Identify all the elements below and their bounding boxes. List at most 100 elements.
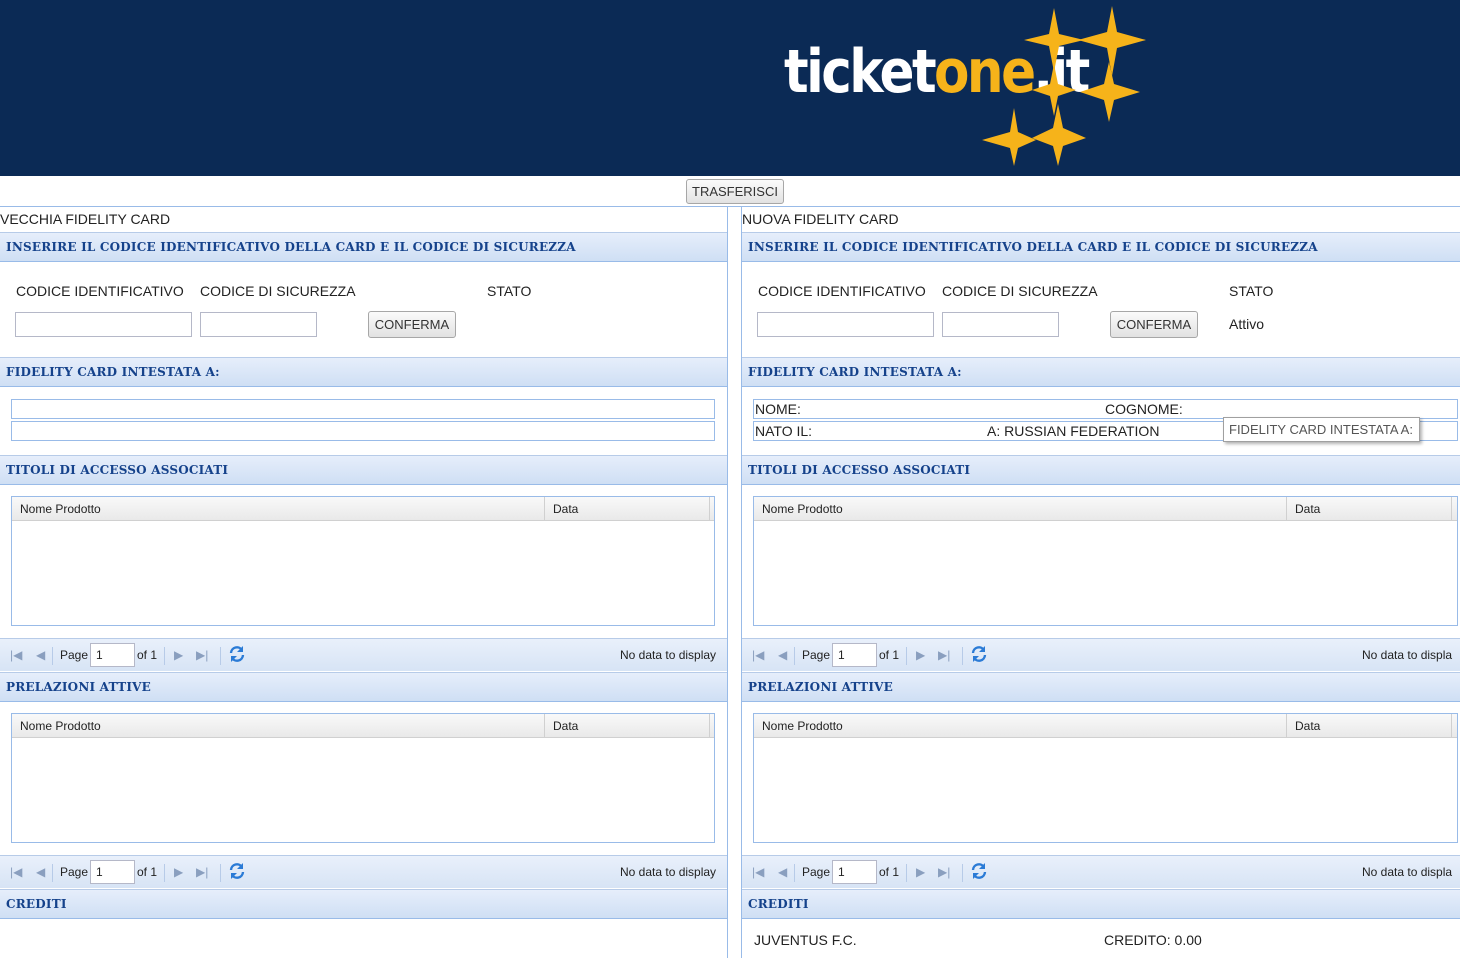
page-count: of 1: [137, 865, 158, 879]
titles-section-title: TITOLI DI ACCESSO ASSOCIATI: [748, 463, 971, 477]
security-code-label: CODICE DI SICUREZZA: [200, 283, 356, 299]
next-page-icon[interactable]: ▶: [174, 864, 183, 880]
owner-surname-label: COGNOME:: [1105, 401, 1183, 417]
page-count: of 1: [879, 648, 900, 662]
transfer-button[interactable]: TRASFERISCI: [686, 179, 784, 204]
refresh-icon[interactable]: [228, 645, 246, 663]
first-page-icon[interactable]: |◀: [752, 647, 764, 663]
preemption-grid: Nome Prodotto Data: [11, 713, 715, 843]
owner-row-1: [11, 399, 715, 419]
first-page-icon[interactable]: |◀: [10, 864, 22, 880]
column-header-product[interactable]: Nome Prodotto: [754, 714, 1287, 738]
column-header-product[interactable]: Nome Prodotto: [12, 497, 545, 521]
prev-page-icon[interactable]: ◀: [778, 864, 787, 880]
next-page-icon[interactable]: ▶: [174, 647, 183, 663]
owner-name-label: NOME:: [755, 401, 801, 417]
next-page-icon[interactable]: ▶: [916, 864, 925, 880]
old-card-title: VECCHIA FIDELITY CARD: [0, 211, 171, 227]
code-section-title: INSERIRE IL CODICE IDENTIFICATIVO DELLA …: [6, 240, 576, 254]
page-number-input[interactable]: 1: [90, 860, 135, 884]
pager-separator: [906, 647, 907, 665]
preemption-pager: |◀ ◀ Page 1 of 1 ▶ ▶| No data to displa: [742, 855, 1460, 888]
logo-stars-icon: [982, 6, 1146, 166]
prev-page-icon[interactable]: ◀: [36, 647, 45, 663]
page-number-input[interactable]: 1: [832, 860, 877, 884]
page-label: Page: [802, 865, 831, 879]
column-header-product[interactable]: Nome Prodotto: [12, 714, 545, 738]
titles-section-title: TITOLI DI ACCESSO ASSOCIATI: [6, 463, 229, 477]
preemption-grid: Nome Prodotto Data: [753, 713, 1458, 843]
preemption-section-header: PRELAZIONI ATTIVE: [742, 672, 1460, 702]
titles-pager: |◀ ◀ Page 1 of 1 ▶ ▶| No data to displa: [742, 638, 1460, 671]
pager-separator: [906, 864, 907, 882]
owner-tooltip: FIDELITY CARD INTESTATA A:: [1223, 417, 1420, 442]
security-code-input[interactable]: [200, 312, 317, 337]
grid-header: Nome Prodotto Data: [12, 714, 714, 738]
security-code-input[interactable]: [942, 312, 1059, 337]
code-section-title: INSERIRE IL CODICE IDENTIFICATIVO DELLA …: [748, 240, 1318, 254]
next-page-icon[interactable]: ▶: [916, 647, 925, 663]
last-page-icon[interactable]: ▶|: [938, 647, 950, 663]
logo-text-ticket: ticket: [784, 37, 937, 107]
last-page-icon[interactable]: ▶|: [196, 647, 208, 663]
pager-separator: [164, 864, 165, 882]
pager-separator: [794, 647, 795, 665]
owner-row-2: [11, 421, 715, 441]
preemption-pager: |◀ ◀ Page 1 of 1 ▶ ▶| No data to display: [0, 855, 727, 888]
owner-birthdate-label: NATO IL:: [755, 423, 813, 439]
pager-separator: [220, 647, 221, 665]
page-number-input[interactable]: 1: [90, 643, 135, 667]
old-card-panel: VECCHIA FIDELITY CARD INSERIRE IL CODICE…: [0, 207, 728, 958]
column-header-product[interactable]: Nome Prodotto: [754, 497, 1287, 521]
first-page-icon[interactable]: |◀: [10, 647, 22, 663]
page-count: of 1: [879, 865, 900, 879]
prev-page-icon[interactable]: ◀: [778, 647, 787, 663]
owner-section-title: FIDELITY CARD INTESTATA A:: [6, 365, 220, 379]
card-id-input[interactable]: [757, 312, 934, 337]
grid-header: Nome Prodotto Data: [754, 714, 1457, 738]
no-data-text: No data to display: [620, 648, 717, 662]
page-label: Page: [60, 865, 89, 879]
prev-page-icon[interactable]: ◀: [36, 864, 45, 880]
titles-pager: |◀ ◀ Page 1 of 1 ▶ ▶| No data to display: [0, 638, 727, 671]
preemption-section-title: PRELAZIONI ATTIVE: [6, 680, 152, 694]
code-section-header: INSERIRE IL CODICE IDENTIFICATIVO DELLA …: [0, 232, 727, 262]
card-id-label: CODICE IDENTIFICATIVO: [758, 283, 926, 299]
column-header-date[interactable]: Data: [1287, 497, 1452, 521]
credit-balance: CREDITO: 0.00: [1104, 932, 1202, 948]
pager-separator: [962, 864, 963, 882]
credits-section-header: CREDITI: [742, 889, 1460, 919]
column-header-date[interactable]: Data: [1287, 714, 1452, 738]
status-label: STATO: [1229, 283, 1274, 299]
preemption-section-header: PRELAZIONI ATTIVE: [0, 672, 727, 702]
page-count: of 1: [137, 648, 158, 662]
credits-section-title: CREDITI: [6, 897, 67, 911]
credits-section-header: CREDITI: [0, 889, 727, 919]
page-number-input[interactable]: 1: [832, 643, 877, 667]
code-section-header: INSERIRE IL CODICE IDENTIFICATIVO DELLA …: [742, 232, 1460, 262]
confirm-button[interactable]: CONFERMA: [1110, 311, 1198, 338]
refresh-icon[interactable]: [970, 862, 988, 880]
security-code-label: CODICE DI SICUREZZA: [942, 283, 1098, 299]
column-header-date[interactable]: Data: [545, 497, 710, 521]
card-id-label: CODICE IDENTIFICATIVO: [16, 283, 184, 299]
first-page-icon[interactable]: |◀: [752, 864, 764, 880]
pager-separator: [52, 647, 53, 665]
top-toolbar: TRASFERISCI: [0, 176, 1460, 207]
refresh-icon[interactable]: [228, 862, 246, 880]
status-label: STATO: [487, 283, 532, 299]
pager-separator: [52, 864, 53, 882]
preemption-section-title: PRELAZIONI ATTIVE: [748, 680, 894, 694]
owner-row-1: NOME: COGNOME:: [753, 399, 1458, 419]
status-value: Attivo: [1229, 316, 1265, 332]
last-page-icon[interactable]: ▶|: [196, 864, 208, 880]
credits-section-title: CREDITI: [748, 897, 809, 911]
column-header-date[interactable]: Data: [545, 714, 710, 738]
last-page-icon[interactable]: ▶|: [938, 864, 950, 880]
refresh-icon[interactable]: [970, 645, 988, 663]
card-id-input[interactable]: [15, 312, 192, 337]
pager-separator: [164, 647, 165, 665]
new-card-title: NUOVA FIDELITY CARD: [742, 211, 899, 227]
confirm-button[interactable]: CONFERMA: [368, 311, 456, 338]
titles-section-header: TITOLI DI ACCESSO ASSOCIATI: [0, 455, 727, 485]
